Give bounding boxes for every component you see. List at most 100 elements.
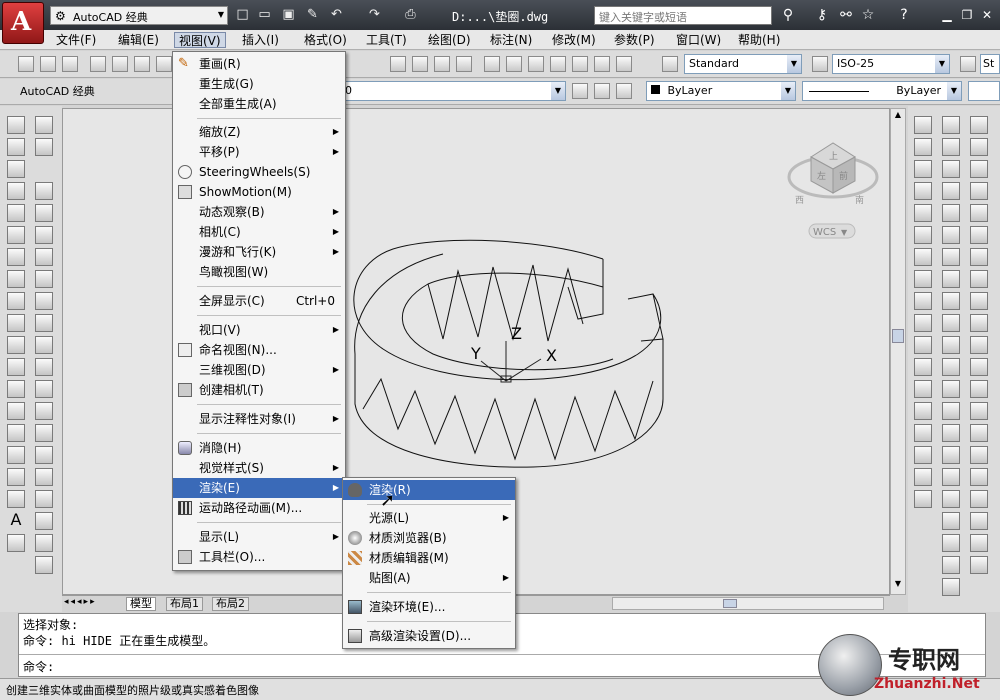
- open-icon[interactable]: [40, 56, 56, 72]
- new-icon[interactable]: [18, 56, 34, 72]
- dimension-break-icon[interactable]: [970, 380, 988, 398]
- save-as-icon[interactable]: ✎: [304, 7, 321, 23]
- restore-icon[interactable]: ❐: [958, 6, 976, 24]
- menu-item-regen-all[interactable]: 全部重生成(A): [173, 94, 345, 114]
- spline-icon[interactable]: [7, 292, 25, 310]
- properties-icon[interactable]: [484, 56, 500, 72]
- menu-insert[interactable]: 插入(I): [238, 32, 283, 48]
- blend-curves-icon[interactable]: [35, 490, 53, 508]
- zoom-realtime-icon[interactable]: [412, 56, 428, 72]
- copy-icon[interactable]: [35, 138, 53, 156]
- help-icon[interactable]: ?: [894, 6, 914, 24]
- union-icon[interactable]: [914, 490, 932, 508]
- intersect-icon[interactable]: [942, 270, 960, 288]
- network-icon[interactable]: ⚯: [836, 6, 856, 24]
- break-at-point-icon[interactable]: [35, 380, 53, 398]
- taper-faces-icon[interactable]: [942, 578, 960, 596]
- pyramid-icon[interactable]: [914, 314, 932, 332]
- tolerance-icon[interactable]: [970, 402, 988, 420]
- zoom-previous-icon[interactable]: [456, 56, 472, 72]
- ellipse-arc-icon[interactable]: [7, 336, 25, 354]
- menu-tools[interactable]: 工具(T): [362, 32, 411, 48]
- menu-dimension[interactable]: 标注(N): [486, 32, 536, 48]
- layer-isolate-icon[interactable]: [616, 83, 632, 99]
- dimension-text-edit-icon[interactable]: [970, 512, 988, 530]
- menu-item-viewports[interactable]: 视口(V) ▶: [173, 320, 345, 340]
- dimension-continue-icon[interactable]: [970, 336, 988, 354]
- design-center-icon[interactable]: [506, 56, 522, 72]
- rectangle-icon[interactable]: [7, 204, 25, 222]
- menu-item-display[interactable]: 显示(L) ▶: [173, 527, 345, 547]
- rotate-faces-icon[interactable]: [942, 556, 960, 574]
- menu-item-lights[interactable]: 光源(L) ▶: [343, 508, 515, 528]
- menu-edit[interactable]: 编辑(E): [114, 32, 163, 48]
- menu-item-regen[interactable]: 重生成(G): [173, 74, 345, 94]
- point-icon[interactable]: [7, 402, 25, 420]
- jogged-linear-icon[interactable]: [970, 468, 988, 486]
- horizontal-scrollbar[interactable]: [612, 597, 884, 610]
- text-style-icon[interactable]: [662, 56, 678, 72]
- polygon-icon[interactable]: [7, 182, 25, 200]
- cylinder-icon[interactable]: [914, 270, 932, 288]
- circle-icon[interactable]: [7, 248, 25, 266]
- menu-item-orbit[interactable]: 动态观察(B) ▶: [173, 202, 345, 222]
- dimension-angular-icon[interactable]: [970, 270, 988, 288]
- dimension-diameter-icon[interactable]: [970, 248, 988, 266]
- move-icon[interactable]: [35, 248, 53, 266]
- cone-icon[interactable]: [914, 226, 932, 244]
- dimension-update-icon[interactable]: [970, 534, 988, 552]
- edit-polyline-icon[interactable]: [35, 534, 53, 552]
- offset-icon[interactable]: [35, 204, 53, 222]
- dimension-linear-icon[interactable]: [970, 116, 988, 134]
- menu-item-material-editor[interactable]: 材质编辑器(M): [343, 548, 515, 568]
- tab-layout2[interactable]: 布局2: [212, 597, 249, 611]
- hatch-icon[interactable]: [7, 424, 25, 442]
- arc-icon[interactable]: [7, 226, 25, 244]
- help-icon[interactable]: [616, 56, 632, 72]
- menu-item-named-views[interactable]: 命名视图(N)...: [173, 340, 345, 360]
- dimension-space-icon[interactable]: [970, 358, 988, 376]
- insert-block-icon[interactable]: [7, 358, 25, 376]
- dimension-ordinate-icon[interactable]: [970, 182, 988, 200]
- interfere-icon[interactable]: [942, 336, 960, 354]
- explode-icon[interactable]: [35, 512, 53, 530]
- publish-icon[interactable]: [134, 56, 150, 72]
- new-file-icon[interactable]: □: [234, 7, 251, 23]
- revolve-icon[interactable]: [914, 446, 932, 464]
- multiline-text-icon[interactable]: A: [7, 512, 25, 530]
- table-style-icon[interactable]: [960, 56, 976, 72]
- quick-dimension-icon[interactable]: [970, 292, 988, 310]
- loft-icon[interactable]: [914, 468, 932, 486]
- extrude-icon[interactable]: [914, 380, 932, 398]
- join-icon[interactable]: [35, 424, 53, 442]
- menu-item-3d-views[interactable]: 三维视图(D) ▶: [173, 360, 345, 380]
- scroll-down-icon[interactable]: ▼: [892, 579, 904, 591]
- lineweight-select[interactable]: [968, 81, 1000, 101]
- copy-edges-icon[interactable]: [942, 446, 960, 464]
- open-folder-icon[interactable]: ▭: [256, 7, 273, 23]
- tool-palettes-icon[interactable]: [528, 56, 544, 72]
- tab-navigation-arrows[interactable]: ◂◂◂▸▸: [64, 597, 97, 607]
- revision-cloud-icon[interactable]: [7, 270, 25, 288]
- extrude-faces-icon[interactable]: [942, 468, 960, 486]
- 3d-align-icon[interactable]: [942, 160, 960, 178]
- 3d-move-icon[interactable]: [942, 116, 960, 134]
- menu-item-motion-path[interactable]: 运动路径动画(M)...: [173, 498, 345, 518]
- menu-item-pan[interactable]: 平移(P) ▶: [173, 142, 345, 162]
- thicken-icon[interactable]: [942, 314, 960, 332]
- menu-item-render-environment[interactable]: 渲染环境(E)...: [343, 597, 515, 617]
- ellipse-icon[interactable]: [7, 314, 25, 332]
- menu-item-zoom[interactable]: 缩放(Z) ▶: [173, 122, 345, 142]
- application-menu-button[interactable]: A: [2, 2, 44, 44]
- binoculars-icon[interactable]: ⚲: [778, 6, 798, 24]
- workspace-select[interactable]: ⚙ AutoCAD 经典 ▼: [50, 6, 228, 25]
- menu-item-material-browser[interactable]: 材质浏览器(B): [343, 528, 515, 548]
- minimize-icon[interactable]: ▁: [938, 6, 956, 24]
- linetype-select[interactable]: ByLayer ▼: [802, 81, 962, 101]
- dimension-baseline-icon[interactable]: [970, 314, 988, 332]
- menu-item-walk-fly[interactable]: 漫游和飞行(K) ▶: [173, 242, 345, 262]
- tab-layout1[interactable]: 布局1: [166, 597, 203, 611]
- array-icon[interactable]: [35, 226, 53, 244]
- render-icon[interactable]: [914, 116, 932, 134]
- dimension-style-icon[interactable]: [970, 556, 988, 574]
